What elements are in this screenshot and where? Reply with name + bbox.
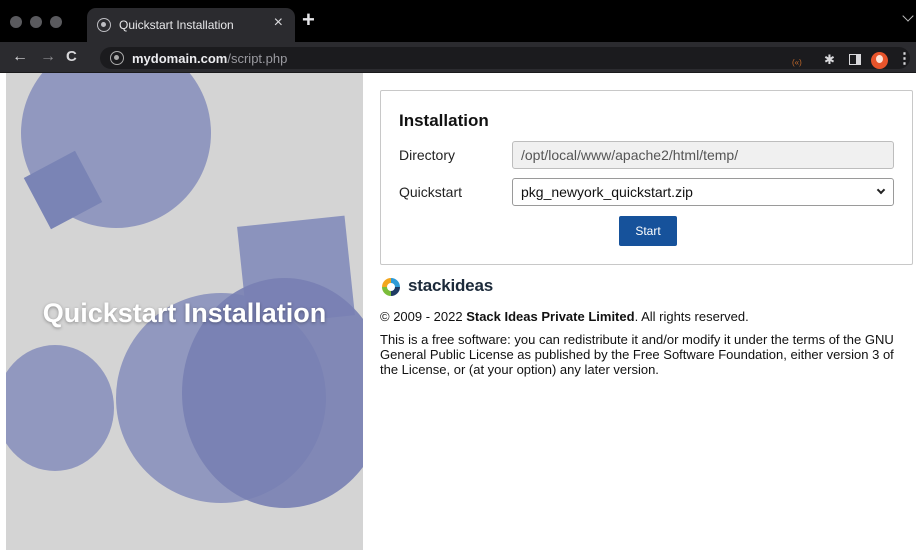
directory-field[interactable]: /opt/local/www/apache2/html/temp/ [512,141,894,169]
browser-tab-strip: Quickstart Installation × + [0,0,916,42]
directory-label: Directory [399,147,456,163]
license-text: This is a free software: you can redistr… [380,332,894,377]
quickstart-select[interactable]: pkg_newyork_quickstart.zip [512,178,894,206]
tab-title: Quickstart Installation [119,18,234,32]
quickstart-selected-value: pkg_newyork_quickstart.zip [521,184,693,200]
side-panel-icon[interactable] [849,54,861,65]
browser-menu-icon[interactable]: ⋮ [897,51,912,66]
extensions-puzzle-icon[interactable]: ✱ [824,53,835,66]
page-content: Quickstart Installation Installation Dir… [0,73,916,550]
copyright-text: © 2009 - 2022 Stack Ideas Private Limite… [380,309,749,324]
hero-panel: Quickstart Installation [6,73,363,550]
start-button[interactable]: Start [619,216,677,246]
installation-card: Installation Directory /opt/local/www/ap… [380,90,913,265]
globe-icon [97,18,111,32]
copyright-company: Stack Ideas Private Limited [466,309,635,324]
maximize-window-button[interactable] [50,16,62,28]
url-text: mydomain.com/script.php [132,51,288,66]
tab-search-chevron-icon[interactable] [902,10,914,22]
extension-radar-icon[interactable]: («) [792,56,802,69]
back-button[interactable]: ← [12,48,28,66]
address-bar[interactable]: mydomain.com/script.php («) ✱ ⋮ [100,47,912,69]
decorative-circle [6,345,114,471]
quickstart-label: Quickstart [399,184,463,200]
profile-avatar[interactable] [871,52,888,69]
reload-button[interactable]: C [66,48,77,66]
brand-name: stackideas [408,276,493,295]
hero-title: Quickstart Installation [42,298,327,328]
chevron-down-icon [876,185,886,195]
site-info-icon[interactable] [110,51,124,65]
browser-toolbar: ← → C mydomain.com/script.php («) ✱ ⋮ [0,42,916,73]
stackideas-logo-icon [382,278,400,296]
close-tab-button[interactable]: × [274,15,283,31]
close-window-button[interactable] [10,16,22,28]
card-heading: Installation [399,111,489,130]
browser-tab[interactable]: Quickstart Installation × [87,8,295,42]
minimize-window-button[interactable] [30,16,42,28]
new-tab-button[interactable]: + [302,9,315,31]
forward-button[interactable]: → [40,48,56,66]
